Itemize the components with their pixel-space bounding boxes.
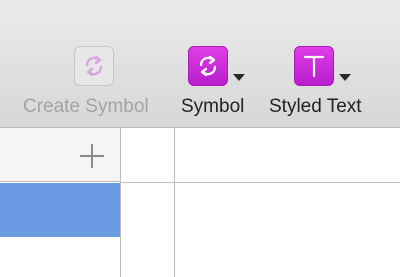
create-symbol-button[interactable]	[74, 46, 114, 86]
styled-text-dropdown-caret-icon[interactable]	[339, 74, 351, 81]
layer-list-pane	[0, 128, 120, 277]
row-divider	[121, 182, 400, 183]
text-t-icon	[303, 55, 325, 78]
styled-text-button[interactable]	[294, 46, 334, 86]
selected-list-row[interactable]	[0, 183, 120, 237]
symbol-label: Symbol	[181, 96, 245, 117]
toolbar: Create Symbol Symbol Styled Text	[0, 0, 400, 128]
symbol-refresh-icon	[199, 55, 217, 77]
layer-list-header	[0, 128, 120, 182]
add-icon[interactable]	[80, 144, 104, 168]
symbol-dropdown-caret-icon[interactable]	[233, 74, 245, 81]
column-divider	[174, 128, 175, 277]
symbol-refresh-icon	[85, 55, 103, 77]
create-symbol-label: Create Symbol	[23, 96, 149, 117]
symbol-button[interactable]	[188, 46, 228, 86]
styled-text-label: Styled Text	[269, 96, 362, 117]
column-divider	[120, 128, 121, 277]
